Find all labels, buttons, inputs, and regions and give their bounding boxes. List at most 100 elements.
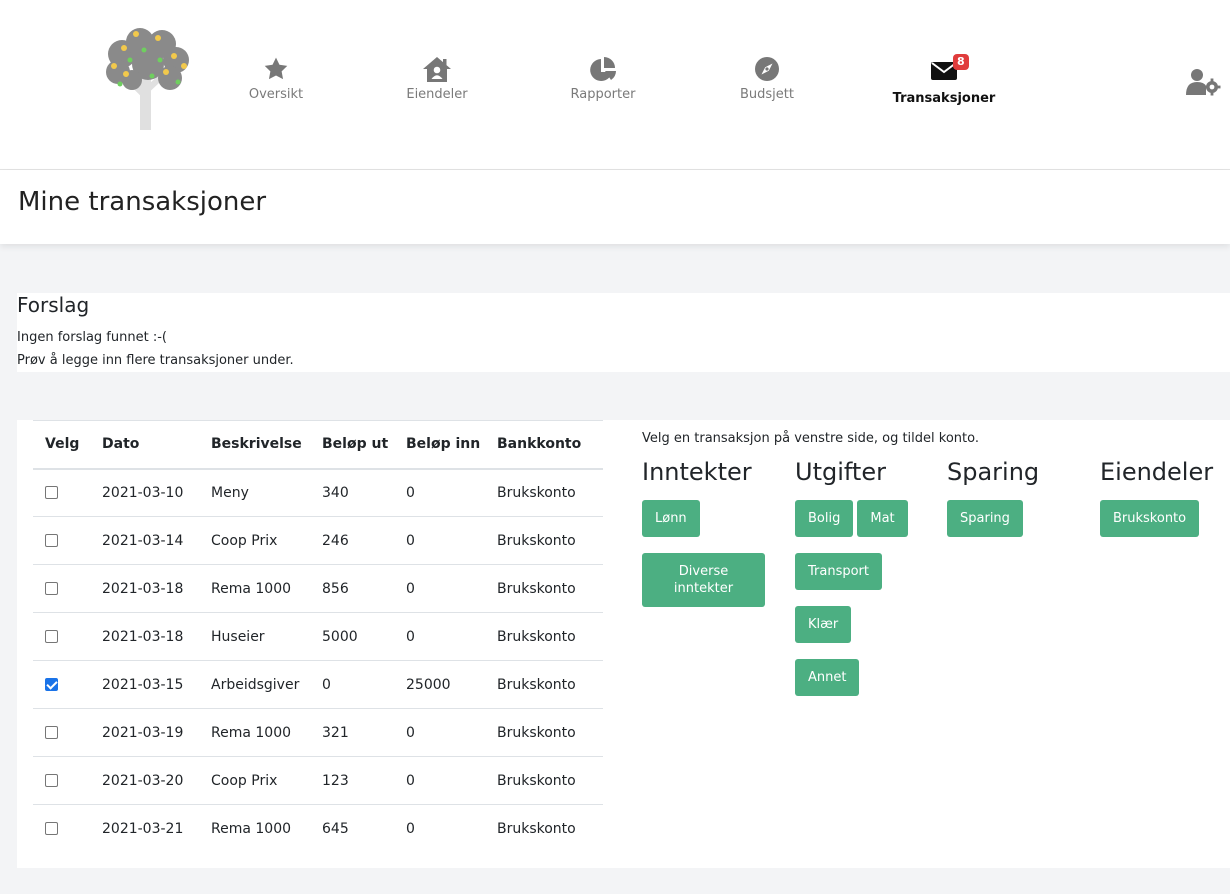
cell-date: 2021-03-19 bbox=[90, 708, 199, 757]
cell-description: Arbeidsgiver bbox=[199, 660, 310, 709]
cell-account: Brukskonto bbox=[485, 564, 603, 613]
mat-button[interactable]: Mat bbox=[857, 500, 908, 537]
cell-amount-out: 645 bbox=[322, 820, 349, 837]
cell-account: Brukskonto bbox=[485, 612, 603, 661]
cell-date: 2021-03-14 bbox=[90, 516, 199, 565]
col-header-beskrivelse: Beskrivelse bbox=[199, 420, 310, 470]
income-column: Inntekter Lønn Diverse inntekter bbox=[642, 458, 765, 623]
cell-date: 2021-03-21 bbox=[102, 820, 184, 837]
cell-account: Brukskonto bbox=[497, 820, 576, 837]
row-checkbox[interactable] bbox=[45, 534, 58, 547]
row-checkbox[interactable] bbox=[45, 582, 58, 595]
brukskonto-button[interactable]: Brukskonto bbox=[1100, 500, 1200, 537]
nav-label-oversikt: Oversikt bbox=[248, 87, 304, 102]
cell-amount-in: 0 bbox=[406, 820, 415, 837]
suggestions-empty-text: Ingen forslag funnet :-( bbox=[17, 330, 167, 345]
notification-badge: 8 bbox=[953, 54, 969, 70]
cell-amount-in: 0 bbox=[394, 708, 485, 757]
col-header-belop-ut: Beløp ut bbox=[310, 420, 394, 470]
transport-button[interactable]: Transport bbox=[795, 553, 883, 590]
cell-account: Brukskonto bbox=[485, 756, 603, 805]
table-row[interactable]: 2021-03-20 Coop Prix 123 0 Brukskonto bbox=[33, 756, 603, 805]
row-checkbox[interactable] bbox=[45, 774, 58, 787]
nav-transaksjoner[interactable]: 8 Transaksjoner bbox=[879, 54, 1009, 106]
lonn-button[interactable]: Lønn bbox=[642, 500, 700, 537]
table-row[interactable]: 2021-03-10 Meny 340 0 Brukskonto bbox=[33, 468, 603, 517]
page-header: Mine transaksjoner bbox=[0, 170, 1230, 244]
row-checkbox[interactable] bbox=[45, 486, 58, 500]
cell-amount-in: 0 bbox=[394, 756, 485, 805]
nav-label-eiendeler: Eiendeler bbox=[406, 87, 468, 102]
cell-account: Brukskonto bbox=[485, 516, 603, 565]
expenses-title: Utgifter bbox=[795, 458, 886, 486]
page-title: Mine transaksjoner bbox=[18, 187, 267, 217]
cell-amount-out: 0 bbox=[310, 660, 394, 709]
cell-amount-out: 856 bbox=[310, 564, 394, 613]
nav-budsjett[interactable]: Budsjett bbox=[702, 56, 832, 102]
pie-chart-icon bbox=[538, 56, 668, 84]
transactions-table: Velg Dato Beskrivelse Beløp ut Beløp inn… bbox=[33, 420, 603, 853]
cell-amount-out: 321 bbox=[310, 708, 394, 757]
assignment-hint: Velg en transaksjon på venstre side, og … bbox=[642, 431, 979, 446]
klaer-button[interactable]: Klær bbox=[795, 606, 852, 643]
row-checkbox-checked[interactable] bbox=[45, 678, 58, 691]
cell-account: Brukskonto bbox=[485, 468, 603, 517]
cell-amount-in: 25000 bbox=[394, 660, 485, 709]
cell-date: 2021-03-20 bbox=[90, 756, 199, 805]
suggestions-title: Forslag bbox=[17, 293, 90, 317]
suggestions-panel: Forslag Ingen forslag funnet :-( Prøv å … bbox=[17, 293, 1230, 372]
cell-description: Rema 1000 bbox=[199, 564, 310, 613]
col-header-velg: Velg bbox=[33, 420, 90, 470]
house-user-icon bbox=[372, 56, 502, 84]
account-assignment-panel: Velg en transaksjon på venstre side, og … bbox=[642, 420, 1230, 860]
savings-title: Sparing bbox=[947, 458, 1040, 486]
cell-amount-in: 0 bbox=[394, 564, 485, 613]
cell-amount-out: 123 bbox=[310, 756, 394, 805]
expenses-column: Utgifter Bolig Mat Transport Klær Annet bbox=[795, 458, 908, 712]
cell-account: Brukskonto bbox=[485, 708, 603, 757]
compass-icon bbox=[702, 56, 832, 84]
cell-amount-in: 0 bbox=[394, 516, 485, 565]
row-checkbox[interactable] bbox=[45, 822, 58, 836]
col-header-bankkonto: Bankkonto bbox=[485, 420, 603, 470]
annet-button[interactable]: Annet bbox=[795, 659, 860, 696]
tree-logo[interactable] bbox=[100, 26, 192, 132]
cell-date: 2021-03-15 bbox=[90, 660, 199, 709]
nav-eiendeler[interactable]: Eiendeler bbox=[372, 56, 502, 102]
table-row[interactable]: 2021-03-15 Arbeidsgiver 0 25000 Brukskon… bbox=[33, 660, 603, 709]
cell-account: Brukskonto bbox=[485, 660, 603, 709]
sparing-button[interactable]: Sparing bbox=[947, 500, 1023, 537]
diverse-inntekter-button[interactable]: Diverse inntekter bbox=[642, 553, 765, 607]
col-header-belop-inn: Beløp inn bbox=[394, 420, 485, 470]
cell-description: Meny bbox=[199, 468, 310, 517]
nav-oversikt[interactable]: Oversikt bbox=[211, 56, 341, 102]
cell-amount-out: 246 bbox=[310, 516, 394, 565]
bolig-button[interactable]: Bolig bbox=[795, 500, 854, 537]
cell-description: Rema 1000 bbox=[211, 820, 292, 837]
cell-amount-in: 0 bbox=[394, 468, 485, 517]
table-row[interactable]: 2021-03-21 Rema 1000 645 0 Brukskonto bbox=[33, 805, 603, 853]
cell-description: Rema 1000 bbox=[199, 708, 310, 757]
table-row[interactable]: 2021-03-18 Rema 1000 856 0 Brukskonto bbox=[33, 564, 603, 613]
cell-amount-out: 5000 bbox=[310, 612, 394, 661]
row-checkbox[interactable] bbox=[45, 630, 58, 643]
row-checkbox[interactable] bbox=[45, 726, 58, 739]
table-header-row: Velg Dato Beskrivelse Beløp ut Beløp inn… bbox=[33, 420, 603, 470]
col-header-dato: Dato bbox=[90, 420, 199, 470]
nav-label-transaksjoner: Transaksjoner bbox=[892, 91, 996, 106]
table-row[interactable]: 2021-03-14 Coop Prix 246 0 Brukskonto bbox=[33, 516, 603, 565]
user-cog-icon[interactable] bbox=[1186, 68, 1222, 100]
transactions-card: Velg Dato Beskrivelse Beløp ut Beløp inn… bbox=[17, 420, 1230, 868]
cell-date: 2021-03-18 bbox=[90, 564, 199, 613]
table-row[interactable]: 2021-03-18 Huseier 5000 0 Brukskonto bbox=[33, 612, 603, 661]
nav-label-budsjett: Budsjett bbox=[740, 87, 794, 102]
cell-amount-out: 340 bbox=[310, 468, 394, 517]
table-row[interactable]: 2021-03-19 Rema 1000 321 0 Brukskonto bbox=[33, 708, 603, 757]
star-icon bbox=[211, 56, 341, 84]
income-title: Inntekter bbox=[642, 458, 752, 486]
nav-rapporter[interactable]: Rapporter bbox=[538, 56, 668, 102]
cell-description: Huseier bbox=[199, 612, 310, 661]
top-navigation: Oversikt Eiendeler Rapporter Budsjett 8 … bbox=[0, 0, 1230, 170]
cell-description: Coop Prix bbox=[199, 756, 310, 805]
savings-column: Sparing Sparing bbox=[947, 458, 1039, 553]
